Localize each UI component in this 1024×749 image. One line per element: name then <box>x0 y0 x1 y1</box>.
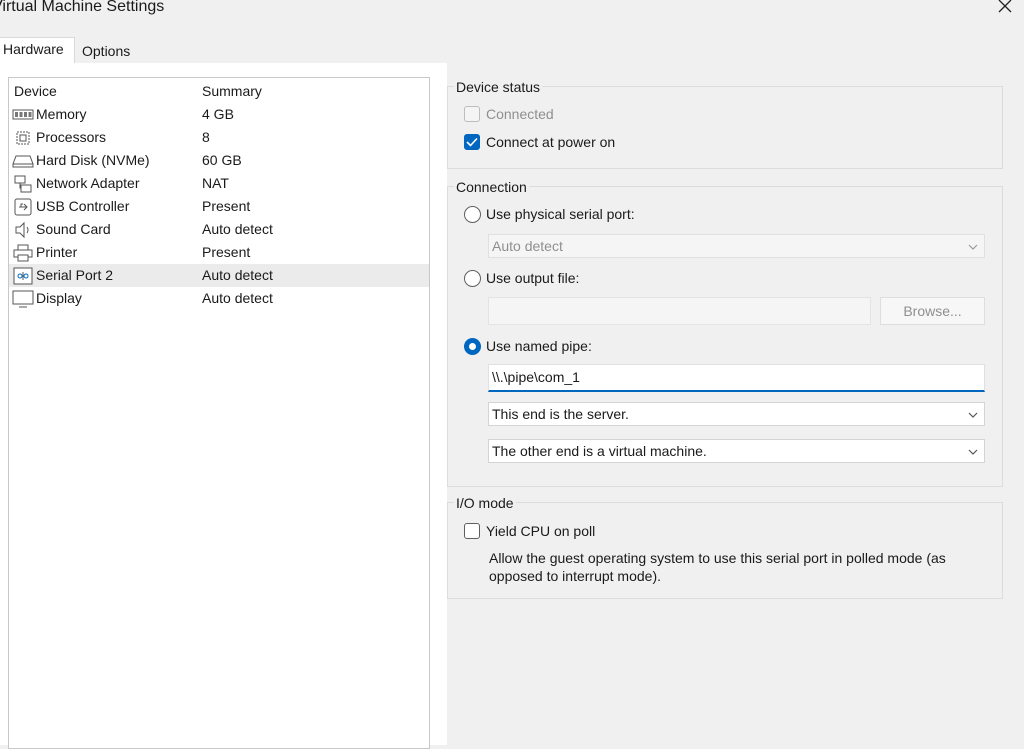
display-icon <box>12 290 34 307</box>
usb-icon <box>12 198 34 215</box>
device-name: Display <box>36 290 82 306</box>
named-pipe-value: \\.\pipe\com_1 <box>492 369 580 385</box>
device-name: Network Adapter <box>36 175 140 191</box>
connected-label: Connected <box>486 106 554 122</box>
speaker-icon <box>12 221 34 238</box>
hard-disk-icon <box>12 152 34 169</box>
device-row-hard-disk[interactable]: Hard Disk (NVMe) 60 GB <box>9 149 429 172</box>
device-row-printer[interactable]: Printer Present <box>9 241 429 264</box>
title-bar: Virtual Machine Settings <box>0 0 1024 32</box>
io-mode-group: I/O mode Yield CPU on poll Allow the gue… <box>447 495 1003 599</box>
device-summary: Present <box>202 244 251 260</box>
named-pipe-input[interactable]: \\.\pipe\com_1 <box>488 364 985 392</box>
this-end-combo[interactable]: This end is the server. <box>488 402 985 426</box>
device-row-usb-controller[interactable]: USB Controller Present <box>9 195 429 218</box>
device-name: Serial Port 2 <box>36 267 114 283</box>
device-list[interactable]: Device Summary Memory 4 GB Processors 8 … <box>8 77 430 749</box>
check-icon <box>466 137 478 147</box>
device-row-processors[interactable]: Processors 8 <box>9 126 429 149</box>
connection-title: Connection <box>454 179 529 195</box>
device-row-display[interactable]: Display Auto detect <box>9 287 429 310</box>
device-row-sound-card[interactable]: Sound Card Auto detect <box>9 218 429 241</box>
serial-port-icon <box>12 267 34 284</box>
device-row-serial-port[interactable]: Serial Port 2 Auto detect <box>9 264 429 287</box>
physical-port-combo[interactable]: Auto detect <box>488 234 985 258</box>
device-name: USB Controller <box>36 198 130 214</box>
device-summary: 8 <box>202 129 210 145</box>
device-name: Hard Disk (NVMe) <box>36 152 150 168</box>
window-title: Virtual Machine Settings <box>0 0 165 15</box>
device-summary: NAT <box>202 175 229 191</box>
tab-content: Device Summary Memory 4 GB Processors 8 … <box>0 63 1024 749</box>
printer-icon <box>12 244 34 261</box>
browse-button[interactable]: Browse... <box>880 297 985 325</box>
yield-cpu-checkbox[interactable] <box>464 523 480 539</box>
device-list-header: Device Summary <box>9 81 429 103</box>
physical-port-combo-value: Auto detect <box>492 238 563 254</box>
this-end-combo-value: This end is the server. <box>492 406 629 422</box>
device-name: Sound Card <box>36 221 111 237</box>
device-column-header[interactable]: Device <box>14 83 57 99</box>
device-name: Processors <box>36 129 107 145</box>
close-button[interactable] <box>994 0 1016 17</box>
named-pipe-radio[interactable] <box>464 338 481 355</box>
tab-hardware[interactable]: Hardware <box>0 37 75 65</box>
connect-at-power-on-label: Connect at power on <box>486 134 616 150</box>
device-status-group: Device status Connected Connect at power… <box>447 79 1003 169</box>
yield-cpu-label: Yield CPU on poll <box>486 523 596 539</box>
other-end-combo[interactable]: The other end is a virtual machine. <box>488 439 985 463</box>
chevron-down-icon <box>968 449 978 455</box>
chevron-down-icon <box>968 412 978 418</box>
network-adapter-icon <box>12 175 34 192</box>
tab-strip: Hardware Options <box>0 37 1024 65</box>
tab-options[interactable]: Options <box>76 40 136 65</box>
device-summary: Auto detect <box>202 267 273 283</box>
named-pipe-label: Use named pipe: <box>486 338 592 354</box>
settings-panel: Device status Connected Connect at power… <box>447 63 1024 745</box>
close-icon <box>998 0 1012 13</box>
output-file-input[interactable] <box>488 297 871 325</box>
device-summary: 4 GB <box>202 106 234 122</box>
device-name: Printer <box>36 244 78 260</box>
physical-serial-port-radio[interactable] <box>464 206 481 223</box>
device-status-title: Device status <box>454 79 543 95</box>
processor-icon <box>12 129 34 146</box>
output-file-label: Use output file: <box>486 270 580 286</box>
connection-group: Connection Use physical serial port: Aut… <box>447 179 1003 487</box>
device-row-memory[interactable]: Memory 4 GB <box>9 103 429 126</box>
device-summary: Auto detect <box>202 290 273 306</box>
device-name: Memory <box>36 106 87 122</box>
device-summary: 60 GB <box>202 152 242 168</box>
device-row-network-adapter[interactable]: Network Adapter NAT <box>9 172 429 195</box>
connected-checkbox[interactable] <box>464 106 480 122</box>
output-file-radio[interactable] <box>464 270 481 287</box>
other-end-combo-value: The other end is a virtual machine. <box>492 443 707 459</box>
chevron-down-icon <box>968 244 978 250</box>
device-summary: Present <box>202 198 251 214</box>
io-mode-description: Allow the guest operating system to use … <box>489 550 946 584</box>
device-summary: Auto detect <box>202 221 273 237</box>
summary-column-header[interactable]: Summary <box>202 83 262 99</box>
memory-icon <box>12 106 34 123</box>
connect-at-power-on-checkbox[interactable] <box>464 134 480 150</box>
io-mode-title: I/O mode <box>454 495 516 511</box>
physical-serial-port-label: Use physical serial port: <box>486 206 635 222</box>
